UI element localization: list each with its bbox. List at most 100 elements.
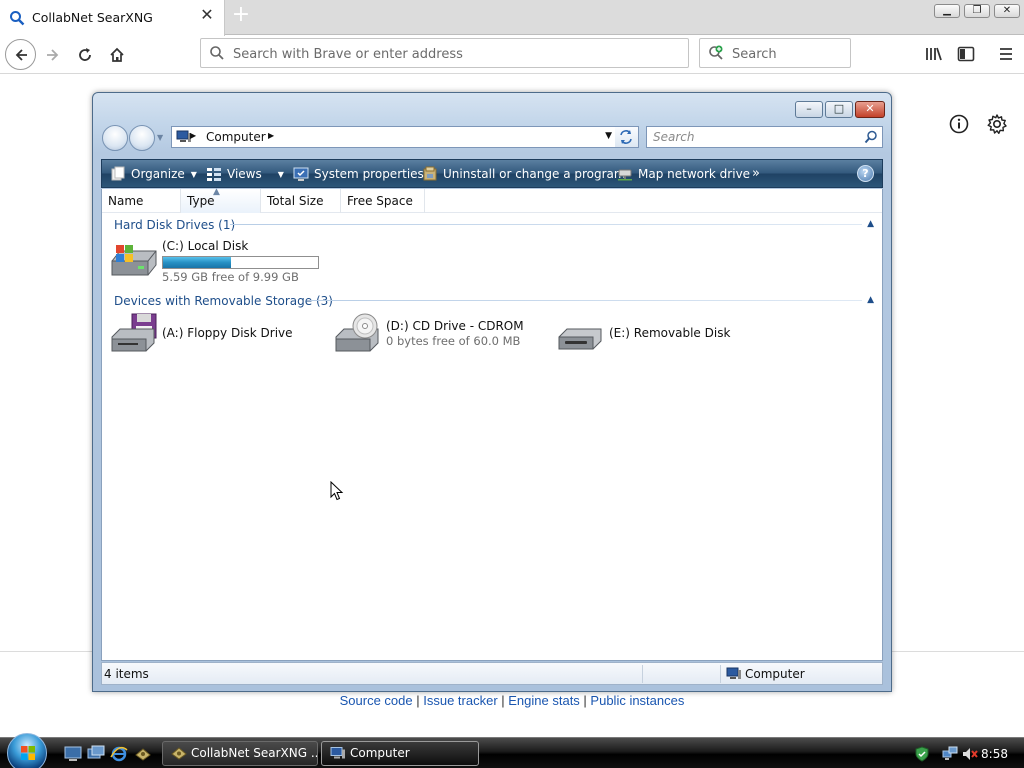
address-dropdown-icon[interactable]: ▼ [605, 131, 612, 141]
restore-button[interactable]: ❐ [964, 4, 990, 18]
volume-muted-icon[interactable] [962, 746, 978, 762]
info-icon[interactable] [948, 113, 970, 135]
security-shield-icon[interactable] [914, 746, 930, 762]
drive-item-e[interactable]: (E:) Removable Disk [555, 313, 755, 357]
taskbar-item-browser[interactable]: CollabNet SearXNG ... [162, 741, 318, 766]
explorer-address-bar[interactable]: ▶ Computer ▶ ▼ [171, 126, 619, 148]
explorer-search-placeholder: Search [653, 130, 695, 144]
url-bar[interactable]: Search with Brave or enter address [200, 38, 689, 68]
minimize-button[interactable]: ▁ [934, 4, 960, 18]
search-bar[interactable]: Search [699, 38, 851, 68]
collapse-group-chevron-icon[interactable]: ▲ [867, 219, 874, 229]
local-disk-icon [111, 245, 157, 276]
home-icon [110, 47, 124, 62]
column-header-total-size[interactable]: Total Size [261, 189, 341, 213]
new-tab-button[interactable]: + [231, 4, 251, 26]
explorer-minimize-button[interactable]: – [795, 101, 823, 118]
url-placeholder: Search with Brave or enter address [233, 47, 463, 62]
footer-separator: | [579, 693, 591, 708]
system-tray: 8:58 [908, 740, 1024, 767]
explorer-refresh-button[interactable] [615, 126, 639, 148]
taskbar-item-computer[interactable]: Computer [321, 741, 479, 766]
browser-app-icon [171, 747, 187, 760]
organize-label: Organize [131, 167, 185, 181]
floppy-drive-icon [111, 313, 157, 352]
group-header-removable-storage[interactable]: Devices with Removable Storage (3) [114, 294, 333, 308]
explorer-close-button[interactable]: ✕ [855, 101, 885, 118]
explorer-content-pane: Name Type ▲ Total Size Free Space Hard D… [101, 187, 883, 661]
group-divider [310, 300, 862, 301]
browser-nav-bar: Search with Brave or enter address Searc… [0, 36, 1024, 74]
internet-explorer-icon[interactable] [110, 745, 128, 762]
forward-button[interactable] [38, 40, 68, 70]
group-header-hard-disk-drives[interactable]: Hard Disk Drives (1) [114, 218, 235, 232]
breadcrumb-computer[interactable]: Computer [206, 130, 266, 144]
tab-title: CollabNet SearXNG [32, 10, 153, 25]
taskbar: CollabNet SearXNG ... Computer 8:58 [0, 733, 1024, 768]
more-commands-button[interactable]: » [752, 166, 760, 182]
arrow-left-icon [15, 49, 27, 61]
library-icon[interactable] [924, 44, 944, 64]
arrow-right-icon [47, 49, 59, 61]
map-network-drive-button[interactable]: Map network drive [617, 166, 750, 182]
sort-ascending-icon: ▲ [213, 187, 220, 197]
show-desktop-icon[interactable] [64, 745, 82, 762]
help-button[interactable]: ? [857, 165, 874, 182]
explorer-forward-button[interactable] [129, 125, 155, 151]
close-window-button[interactable]: ✕ [994, 4, 1020, 18]
column-header-type[interactable]: Type ▲ [181, 187, 261, 213]
search-icon[interactable] [864, 130, 878, 144]
status-separator [720, 665, 721, 683]
home-button[interactable] [102, 40, 132, 70]
breadcrumb-arrow-icon[interactable]: ▶ [190, 131, 196, 140]
explorer-maximize-button[interactable]: □ [825, 101, 853, 118]
drive-item-a[interactable]: (A:) Floppy Disk Drive [108, 313, 308, 357]
back-button[interactable] [5, 39, 36, 70]
browser-tab[interactable]: CollabNet SearXNG ✕ [0, 0, 225, 36]
switch-windows-icon[interactable] [87, 745, 105, 762]
recent-pages-chevron-icon[interactable]: ▼ [157, 133, 163, 142]
explorer-window: – □ ✕ ▼ ▶ Computer ▶ ▼ Search Organize ▼ … [92, 92, 892, 692]
views-label: Views [227, 167, 262, 181]
clock[interactable]: 8:58 [981, 747, 1008, 761]
browser-quicklaunch-icon[interactable] [134, 745, 152, 762]
system-properties-button[interactable]: System properties [293, 166, 424, 182]
search-engine-add-icon [709, 45, 723, 60]
footer-link-issue-tracker[interactable]: Issue tracker [423, 693, 497, 708]
search-icon [210, 46, 224, 60]
uninstall-program-button[interactable]: Uninstall or change a program [422, 166, 626, 182]
drive-item-d[interactable]: (D:) CD Drive - CDROM 0 bytes free of 60… [332, 313, 542, 357]
footer-separator: | [497, 693, 509, 708]
capacity-bar [162, 256, 319, 269]
status-item-count: 4 items [104, 667, 149, 681]
explorer-search-box[interactable]: Search [646, 126, 883, 148]
organize-button[interactable]: Organize ▼ [110, 166, 197, 182]
windows-logo-icon [21, 746, 35, 760]
collapse-group-chevron-icon[interactable]: ▲ [867, 295, 874, 305]
column-header-type-label: Type [187, 194, 215, 208]
breadcrumb-arrow-icon[interactable]: ▶ [268, 131, 274, 140]
menu-icon[interactable] [996, 44, 1016, 64]
network-icon[interactable] [942, 746, 958, 762]
network-drive-icon [618, 169, 632, 181]
start-button[interactable] [7, 733, 47, 768]
close-tab-icon[interactable]: ✕ [200, 7, 214, 23]
footer-link-source-code[interactable]: Source code [340, 693, 413, 708]
column-header-free-space[interactable]: Free Space [341, 189, 425, 213]
footer-separator: | [412, 693, 424, 708]
explorer-address-row: ▼ ▶ Computer ▶ ▼ Search [101, 125, 883, 151]
sidebar-icon[interactable] [956, 44, 976, 64]
drive-name: (C:) Local Disk [162, 239, 249, 253]
reload-button[interactable] [70, 40, 100, 70]
drive-free-space: 0 bytes free of 60.0 MB [386, 334, 521, 348]
page-footer-links: Source code | Issue tracker | Engine sta… [0, 693, 1024, 708]
footer-link-public-instances[interactable]: Public instances [590, 693, 684, 708]
column-header-row: Name Type ▲ Total Size Free Space [102, 187, 882, 213]
drive-item-c[interactable]: (C:) Local Disk 5.59 GB free of 9.99 GB [108, 239, 338, 284]
removable-disk-icon [558, 328, 602, 350]
footer-link-engine-stats[interactable]: Engine stats [508, 693, 580, 708]
explorer-back-button[interactable] [102, 125, 128, 151]
column-header-name[interactable]: Name [102, 189, 181, 213]
refresh-icon [620, 130, 632, 144]
gear-icon[interactable] [986, 113, 1008, 135]
